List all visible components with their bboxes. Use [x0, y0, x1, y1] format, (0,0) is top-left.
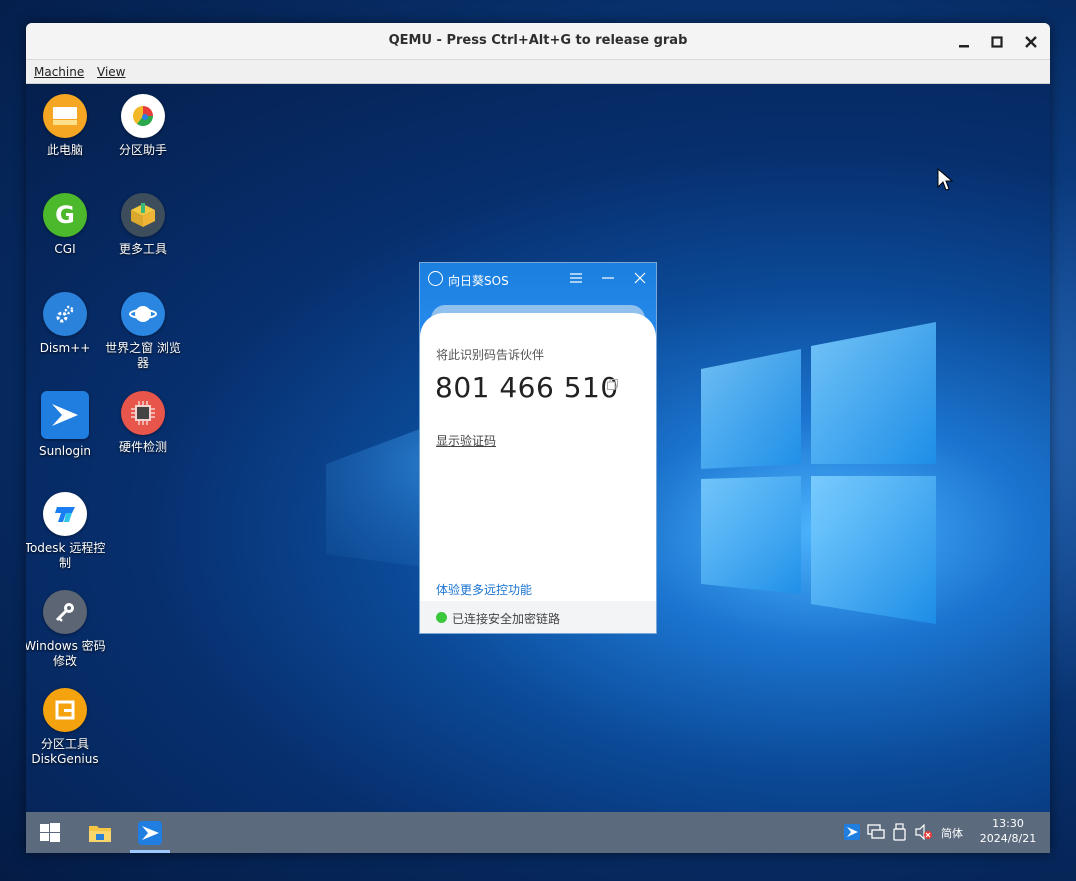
sos-title: 向日葵SOS: [448, 274, 509, 288]
network-icon[interactable]: [867, 824, 885, 840]
menu-button[interactable]: [567, 269, 585, 287]
desktop-icon-label: 此电脑: [46, 143, 83, 157]
close-button[interactable]: [1020, 31, 1042, 53]
copy-icon[interactable]: [607, 379, 618, 390]
more-tools-icon: [121, 193, 165, 237]
file-explorer-icon: [89, 825, 111, 842]
mouse-cursor-icon: [937, 168, 953, 191]
close-icon: [1025, 36, 1037, 48]
sos-card: 将此识别码告诉伙伴 801 466 510 显示验证码 体验更多远控功能: [420, 313, 656, 601]
minimize-icon: [602, 277, 614, 279]
desktop-icon-dism[interactable]: Dism++: [26, 292, 104, 356]
start-icon: [40, 822, 60, 842]
desktop-icon-sunlogin[interactable]: Sunlogin: [26, 391, 104, 459]
input-method-indicator[interactable]: 简体: [941, 825, 963, 841]
desktop-icon-more-tools[interactable]: 更多工具: [104, 193, 182, 257]
desktop-icon-this-pc[interactable]: 此电脑: [26, 94, 104, 158]
usb-icon[interactable]: [893, 823, 907, 841]
maximize-icon: [991, 36, 1003, 48]
qemu-window: QEMU - Press Ctrl+Alt+G to release grab …: [26, 23, 1050, 853]
desktop-icon-label: 更多工具: [118, 242, 167, 256]
svg-text:G: G: [55, 201, 75, 229]
active-app-indicator: [130, 850, 170, 853]
more-features-link[interactable]: 体验更多远控功能: [436, 581, 532, 598]
this-pc-icon: [43, 94, 87, 138]
desktop-icon-windows-password[interactable]: Windows 密码修改: [26, 590, 106, 669]
key-icon: [43, 590, 87, 634]
minimize-icon: [959, 45, 969, 48]
todesk-icon: [43, 492, 87, 536]
sunlogin-sos-window: 向日葵SOS 将此识别码告诉伙伴 801 466 510 显示验证码 体验更多远…: [419, 262, 657, 634]
sos-close-button[interactable]: [631, 269, 649, 287]
sos-status-bar: 已连接安全加密链路: [420, 601, 656, 633]
show-verification-code-link[interactable]: 显示验证码: [436, 432, 496, 449]
sunlogin-logo-icon: [428, 271, 443, 286]
volume-muted-icon[interactable]: [915, 824, 933, 840]
qemu-menubar: Machine View: [26, 60, 1050, 84]
sunlogin-taskbar-button[interactable]: [128, 812, 172, 853]
guest-screen: 此电脑 分区助手 G CGI 更多工具 Dism++ 世界之窗 浏览器 Sunl…: [26, 84, 1050, 853]
desktop-icon-label: Windows 密码修改: [26, 639, 106, 668]
sos-minimize-button[interactable]: [599, 269, 617, 287]
desktop-icon-label: 分区工具 DiskGenius: [31, 737, 99, 766]
desktop-icon-label: 世界之窗 浏览器: [105, 341, 181, 370]
sunlogin-tray-icon[interactable]: [844, 824, 860, 840]
status-indicator: [436, 612, 447, 623]
desktop-icon-partition-assistant[interactable]: 分区助手: [104, 94, 182, 158]
hamburger-icon: [570, 273, 582, 283]
id-prompt: 将此识别码告诉伙伴: [436, 348, 545, 362]
desktop-icon-hardware-check[interactable]: 硬件检测: [104, 391, 182, 455]
diskgenius-icon: [43, 688, 87, 732]
desktop-icon-todesk[interactable]: Todesk 远程控制: [26, 492, 106, 571]
menu-machine[interactable]: Machine: [34, 65, 84, 79]
desktop-icon-label: Sunlogin: [38, 444, 92, 458]
browser-icon: [121, 292, 165, 336]
maximize-button[interactable]: [986, 31, 1008, 53]
identification-code[interactable]: 801 466 510: [435, 371, 619, 404]
desktop-icon-label: Dism++: [39, 341, 91, 355]
qemu-titlebar[interactable]: QEMU - Press Ctrl+Alt+G to release grab: [26, 23, 1050, 60]
menu-view[interactable]: View: [97, 65, 125, 79]
clock-time: 13:30: [992, 817, 1024, 830]
dism-icon: [43, 292, 87, 336]
desktop-icon-cgi[interactable]: G CGI: [26, 193, 104, 257]
window-title: QEMU - Press Ctrl+Alt+G to release grab: [388, 33, 688, 48]
sunlogin-taskbar-icon: [138, 820, 162, 845]
cgi-icon: G: [43, 193, 87, 237]
desktop-icon-browser[interactable]: 世界之窗 浏览器: [104, 292, 182, 371]
close-icon: [634, 272, 646, 284]
desktop-icon-label: 分区助手: [118, 143, 167, 157]
sunlogin-icon: [41, 391, 89, 439]
file-explorer-button[interactable]: [78, 812, 122, 853]
clock-date: 2024/8/21: [979, 832, 1037, 845]
desktop-icon-label: Todesk 远程控制: [26, 541, 106, 570]
start-button[interactable]: [28, 812, 72, 853]
desktop-icon-label: CGI: [54, 242, 76, 256]
desktop-icon-diskgenius[interactable]: 分区工具 DiskGenius: [26, 688, 104, 767]
status-text: 已连接安全加密链路: [452, 612, 561, 626]
clock[interactable]: 13:30 2024/8/21: [978, 816, 1038, 846]
taskbar: 简体 13:30 2024/8/21: [26, 812, 1050, 853]
partition-assistant-icon: [121, 94, 165, 138]
desktop-icon-label: 硬件检测: [118, 440, 167, 454]
minimize-button[interactable]: [953, 31, 975, 53]
hardware-check-icon: [121, 391, 165, 435]
